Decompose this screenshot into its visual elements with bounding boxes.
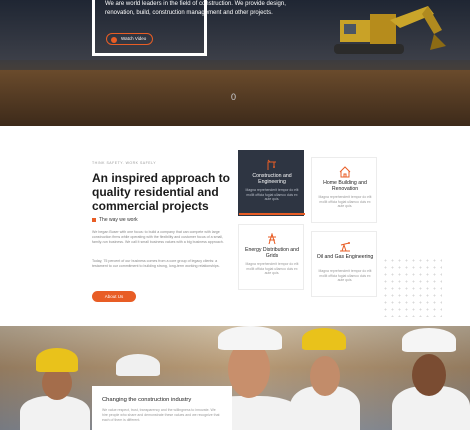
heading-part-2: and — [194, 185, 219, 199]
about-us-button[interactable]: About Us — [92, 291, 136, 302]
service-text: Magna reprehenderit tempor do elit molli… — [318, 195, 372, 209]
about-heading: An inspired approach to quality resident… — [92, 171, 242, 213]
about-eyebrow: THINK SAFETY. WORK SAFELY — [92, 161, 157, 165]
way-we-work: The way we work — [92, 217, 138, 223]
way-label: The way we work — [99, 217, 138, 223]
service-text: Magna reprehenderit tempor do elit molli… — [245, 188, 299, 202]
service-card-construction[interactable]: Construction and Engineering Magna repre… — [238, 150, 305, 216]
heading-bold-2: commercial — [92, 199, 159, 213]
worker-helmet — [302, 328, 346, 350]
service-title: Energy Distribution and Grids — [245, 247, 299, 260]
heading-part-3: projects — [158, 199, 209, 213]
worker-helmet — [116, 354, 160, 376]
oil-pump-icon — [340, 242, 350, 252]
watch-video-label: Watch Video — [121, 36, 147, 41]
worker-face — [412, 354, 446, 396]
worker-face — [310, 356, 340, 396]
excavator-image — [334, 6, 446, 54]
house-icon — [339, 166, 351, 178]
hero-lead-text: We are world leaders in the field of con… — [105, 1, 286, 16]
about-section: THINK SAFETY. WORK SAFELY An inspired ap… — [0, 126, 470, 326]
slide-counter[interactable]: 0 — [231, 92, 236, 102]
worker-helmet — [402, 328, 456, 352]
workers-text: We value respect, trust, transparency an… — [102, 408, 220, 422]
active-indicator — [239, 213, 305, 215]
worker-helmet — [36, 348, 78, 372]
worker-figure — [20, 396, 90, 430]
worker-helmet — [218, 326, 282, 350]
about-paragraph-1: We began Buser with one focus: to build … — [92, 230, 224, 245]
dot-pattern-decoration — [382, 257, 442, 317]
heading-bold-1: residential — [134, 185, 195, 199]
workers-info-card: Changing the construction industry We va… — [92, 386, 232, 430]
service-title: Oil and Gas Engineering — [316, 254, 374, 260]
workers-title: Changing the construction industry — [102, 397, 192, 403]
square-icon — [92, 217, 96, 222]
play-icon — [111, 36, 117, 43]
crane-icon — [267, 159, 276, 170]
service-text: Magna reprehenderit tempor do elit molli… — [318, 269, 372, 283]
service-text: Magna reprehenderit tempor do elit molli… — [245, 262, 299, 276]
watch-video-button[interactable]: Watch Video — [106, 33, 154, 45]
service-title: Home Building and Renovation — [323, 180, 367, 193]
service-card-home-building[interactable]: Home Building and Renovation Magna repre… — [311, 157, 377, 223]
service-card-oil-gas[interactable]: Oil and Gas Engineering Magna reprehende… — [311, 231, 377, 297]
service-card-energy[interactable]: Energy Distribution and Grids Magna repr… — [238, 224, 304, 290]
service-title: Construction and Engineering — [252, 173, 292, 186]
workers-section: Changing the construction industry We va… — [0, 326, 470, 430]
hero-section: We are world leaders in the field of con… — [0, 0, 470, 126]
power-tower-icon — [268, 233, 276, 245]
about-paragraph-2: Today, 75 percent of our business comes … — [92, 259, 220, 269]
